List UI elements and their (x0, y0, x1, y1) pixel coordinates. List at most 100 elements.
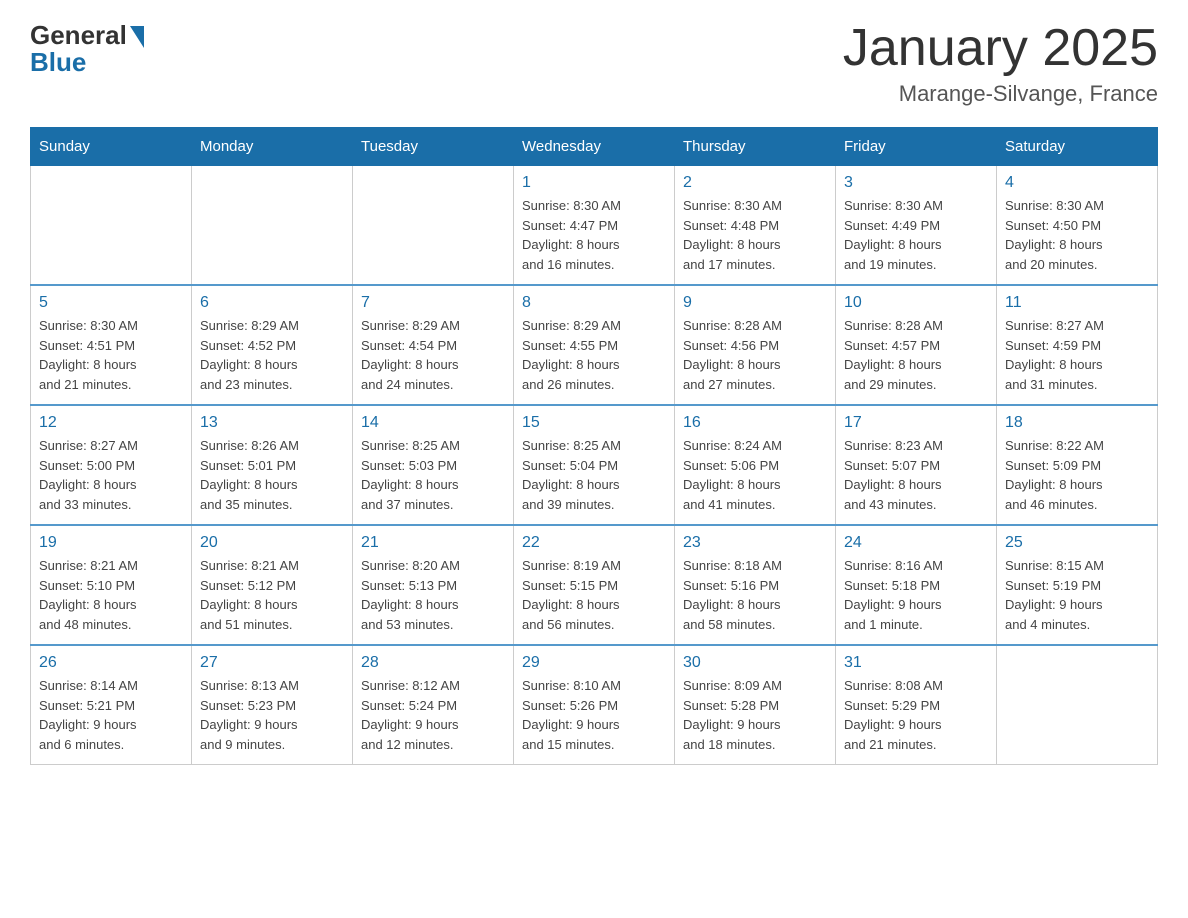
calendar-cell: 1 Sunrise: 8:30 AMSunset: 4:47 PMDaylight… (514, 166, 675, 286)
day-info: Sunrise: 8:13 AMSunset: 5:23 PMDaylight:… (200, 676, 344, 754)
calendar-cell: 6 Sunrise: 8:29 AMSunset: 4:52 PMDaylight… (192, 285, 353, 405)
calendar-cell: 8 Sunrise: 8:29 AMSunset: 4:55 PMDaylight… (514, 285, 675, 405)
day-info: Sunrise: 8:30 AMSunset: 4:50 PMDaylight:… (1005, 196, 1149, 274)
day-number: 17 (844, 414, 988, 432)
day-number: 13 (200, 414, 344, 432)
calendar-title: January 2025 (843, 20, 1158, 77)
day-info: Sunrise: 8:12 AMSunset: 5:24 PMDaylight:… (361, 676, 505, 754)
day-info: Sunrise: 8:29 AMSunset: 4:55 PMDaylight:… (522, 316, 666, 394)
calendar-cell: 26 Sunrise: 8:14 AMSunset: 5:21 PMDayligh… (31, 645, 192, 765)
day-number: 21 (361, 534, 505, 552)
day-info: Sunrise: 8:20 AMSunset: 5:13 PMDaylight:… (361, 556, 505, 634)
day-number: 9 (683, 294, 827, 312)
calendar-cell: 2 Sunrise: 8:30 AMSunset: 4:48 PMDaylight… (675, 166, 836, 286)
calendar-cell: 3 Sunrise: 8:30 AMSunset: 4:49 PMDaylight… (836, 166, 997, 286)
calendar-week-3: 12 Sunrise: 8:27 AMSunset: 5:00 PMDayligh… (31, 405, 1158, 525)
day-info: Sunrise: 8:23 AMSunset: 5:07 PMDaylight:… (844, 436, 988, 514)
calendar-cell: 23Sunrise: 8:18 AMSunset: 5:16 PMDayligh… (675, 525, 836, 645)
calendar-cell: 27 Sunrise: 8:13 AMSunset: 5:23 PMDayligh… (192, 645, 353, 765)
day-number: 8 (522, 294, 666, 312)
day-info: Sunrise: 8:27 AMSunset: 5:00 PMDaylight:… (39, 436, 183, 514)
day-info: Sunrise: 8:30 AMSunset: 4:47 PMDaylight:… (522, 196, 666, 274)
day-info: Sunrise: 8:28 AMSunset: 4:56 PMDaylight:… (683, 316, 827, 394)
calendar-cell: 19 Sunrise: 8:21 AMSunset: 5:10 PMDayligh… (31, 525, 192, 645)
day-number: 10 (844, 294, 988, 312)
day-number: 27 (200, 654, 344, 672)
day-info: Sunrise: 8:29 AMSunset: 4:54 PMDaylight:… (361, 316, 505, 394)
day-number: 6 (200, 294, 344, 312)
column-header-sunday: Sunday (31, 128, 192, 166)
day-number: 1 (522, 174, 666, 192)
calendar-cell: 29Sunrise: 8:10 AMSunset: 5:26 PMDayligh… (514, 645, 675, 765)
column-header-saturday: Saturday (997, 128, 1158, 166)
calendar-cell: 20 Sunrise: 8:21 AMSunset: 5:12 PMDayligh… (192, 525, 353, 645)
calendar-cell (192, 166, 353, 286)
calendar-cell: 30Sunrise: 8:09 AMSunset: 5:28 PMDayligh… (675, 645, 836, 765)
day-number: 11 (1005, 294, 1149, 312)
column-header-thursday: Thursday (675, 128, 836, 166)
day-number: 26 (39, 654, 183, 672)
day-info: Sunrise: 8:25 AMSunset: 5:03 PMDaylight:… (361, 436, 505, 514)
day-info: Sunrise: 8:21 AMSunset: 5:12 PMDaylight:… (200, 556, 344, 634)
day-info: Sunrise: 8:08 AMSunset: 5:29 PMDaylight:… (844, 676, 988, 754)
day-number: 30 (683, 654, 827, 672)
calendar-cell: 4 Sunrise: 8:30 AMSunset: 4:50 PMDaylight… (997, 166, 1158, 286)
day-number: 4 (1005, 174, 1149, 192)
day-number: 15 (522, 414, 666, 432)
calendar-cell (31, 166, 192, 286)
calendar-cell: 10 Sunrise: 8:28 AMSunset: 4:57 PMDayligh… (836, 285, 997, 405)
column-header-wednesday: Wednesday (514, 128, 675, 166)
calendar-header-row: SundayMondayTuesdayWednesdayThursdayFrid… (31, 128, 1158, 166)
day-info: Sunrise: 8:30 AMSunset: 4:51 PMDaylight:… (39, 316, 183, 394)
day-number: 16 (683, 414, 827, 432)
calendar-cell: 7 Sunrise: 8:29 AMSunset: 4:54 PMDaylight… (353, 285, 514, 405)
column-header-monday: Monday (192, 128, 353, 166)
calendar-cell: 24 Sunrise: 8:16 AMSunset: 5:18 PMDayligh… (836, 525, 997, 645)
day-number: 22 (522, 534, 666, 552)
day-number: 12 (39, 414, 183, 432)
day-number: 25 (1005, 534, 1149, 552)
calendar-cell: 15 Sunrise: 8:25 AMSunset: 5:04 PMDayligh… (514, 405, 675, 525)
day-info: Sunrise: 8:25 AMSunset: 5:04 PMDaylight:… (522, 436, 666, 514)
calendar-cell: 9 Sunrise: 8:28 AMSunset: 4:56 PMDaylight… (675, 285, 836, 405)
calendar-cell: 21 Sunrise: 8:20 AMSunset: 5:13 PMDayligh… (353, 525, 514, 645)
day-info: Sunrise: 8:14 AMSunset: 5:21 PMDaylight:… (39, 676, 183, 754)
day-number: 28 (361, 654, 505, 672)
calendar-week-5: 26 Sunrise: 8:14 AMSunset: 5:21 PMDayligh… (31, 645, 1158, 765)
day-number: 7 (361, 294, 505, 312)
day-number: 24 (844, 534, 988, 552)
calendar-cell: 25Sunrise: 8:15 AMSunset: 5:19 PMDayligh… (997, 525, 1158, 645)
day-info: Sunrise: 8:28 AMSunset: 4:57 PMDaylight:… (844, 316, 988, 394)
logo-triangle-icon (130, 26, 144, 48)
day-number: 2 (683, 174, 827, 192)
calendar-subtitle: Marange-Silvange, France (843, 81, 1158, 107)
day-number: 19 (39, 534, 183, 552)
day-info: Sunrise: 8:30 AMSunset: 4:48 PMDaylight:… (683, 196, 827, 274)
day-number: 3 (844, 174, 988, 192)
logo-blue-text: Blue (30, 47, 86, 78)
day-number: 23 (683, 534, 827, 552)
day-info: Sunrise: 8:22 AMSunset: 5:09 PMDaylight:… (1005, 436, 1149, 514)
logo: General Blue (30, 20, 144, 78)
calendar-cell: 22Sunrise: 8:19 AMSunset: 5:15 PMDayligh… (514, 525, 675, 645)
day-info: Sunrise: 8:16 AMSunset: 5:18 PMDaylight:… (844, 556, 988, 634)
calendar-cell: 17 Sunrise: 8:23 AMSunset: 5:07 PMDayligh… (836, 405, 997, 525)
day-info: Sunrise: 8:30 AMSunset: 4:49 PMDaylight:… (844, 196, 988, 274)
calendar-cell: 14Sunrise: 8:25 AMSunset: 5:03 PMDayligh… (353, 405, 514, 525)
day-info: Sunrise: 8:27 AMSunset: 4:59 PMDaylight:… (1005, 316, 1149, 394)
day-info: Sunrise: 8:29 AMSunset: 4:52 PMDaylight:… (200, 316, 344, 394)
calendar-week-2: 5Sunrise: 8:30 AMSunset: 4:51 PMDaylight… (31, 285, 1158, 405)
calendar-cell: 18Sunrise: 8:22 AMSunset: 5:09 PMDayligh… (997, 405, 1158, 525)
calendar-cell: 5Sunrise: 8:30 AMSunset: 4:51 PMDaylight… (31, 285, 192, 405)
day-info: Sunrise: 8:21 AMSunset: 5:10 PMDaylight:… (39, 556, 183, 634)
calendar-cell (997, 645, 1158, 765)
day-info: Sunrise: 8:24 AMSunset: 5:06 PMDaylight:… (683, 436, 827, 514)
calendar-cell (353, 166, 514, 286)
day-info: Sunrise: 8:26 AMSunset: 5:01 PMDaylight:… (200, 436, 344, 514)
calendar-cell: 13 Sunrise: 8:26 AMSunset: 5:01 PMDayligh… (192, 405, 353, 525)
day-info: Sunrise: 8:10 AMSunset: 5:26 PMDaylight:… (522, 676, 666, 754)
calendar-cell: 12 Sunrise: 8:27 AMSunset: 5:00 PMDayligh… (31, 405, 192, 525)
column-header-friday: Friday (836, 128, 997, 166)
day-number: 20 (200, 534, 344, 552)
day-number: 31 (844, 654, 988, 672)
